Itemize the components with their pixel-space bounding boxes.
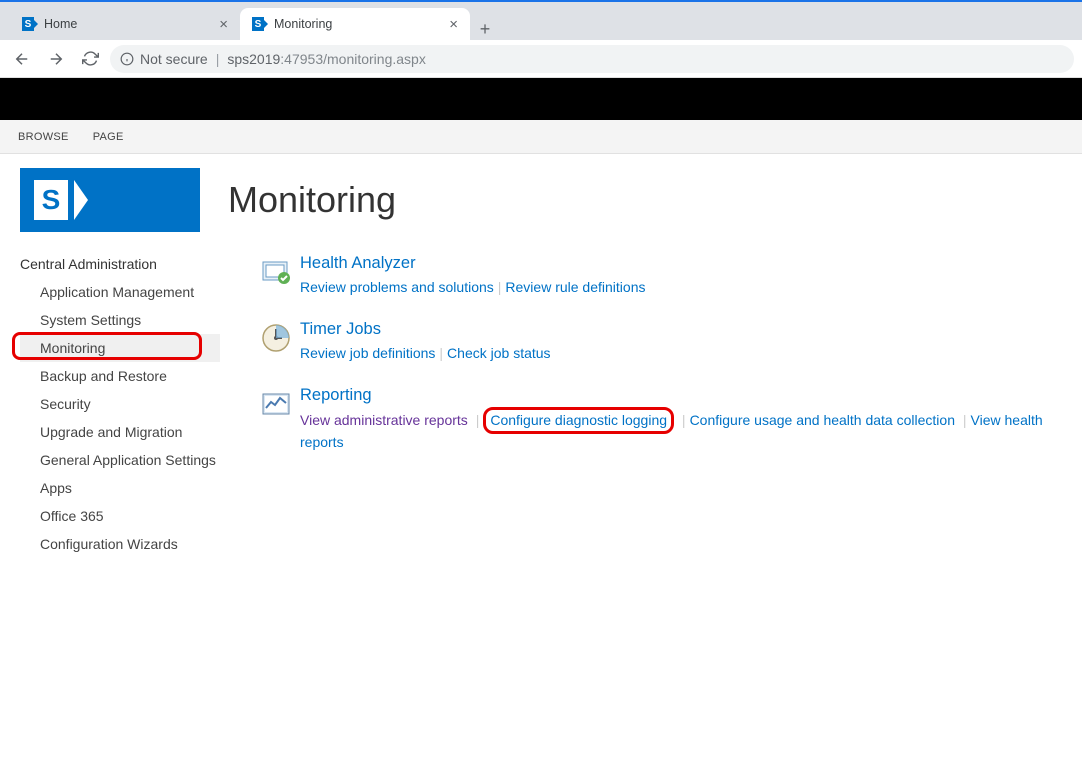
sidebar-item-office-365[interactable]: Office 365 (20, 502, 220, 530)
tab-title: Monitoring (274, 17, 447, 31)
link-review-rule-definitions[interactable]: Review rule definitions (505, 279, 645, 295)
link-view-admin-reports[interactable]: View administrative reports (300, 412, 468, 428)
page-header: S Monitoring (0, 154, 1082, 250)
sidebar-item-label: Configuration Wizards (40, 536, 178, 552)
section-title[interactable]: Health Analyzer (300, 254, 1062, 273)
sidebar-item-label: Upgrade and Migration (40, 424, 182, 440)
sidebar-item-system-settings[interactable]: System Settings (20, 306, 220, 334)
section-links: Review problems and solutions|Review rul… (300, 277, 1062, 298)
sidebar-item-upgrade-migration[interactable]: Upgrade and Migration (20, 418, 220, 446)
reporting-icon (260, 386, 300, 453)
security-indicator[interactable]: Not secure (120, 51, 208, 67)
forward-button[interactable] (42, 45, 70, 73)
tab-title: Home (44, 17, 217, 31)
section-title[interactable]: Timer Jobs (300, 320, 1062, 339)
address-separator: | (216, 51, 220, 67)
annotation-highlight: Configure diagnostic logging (483, 407, 674, 434)
page-title: Monitoring (228, 179, 396, 221)
sidebar-item-application-management[interactable]: Application Management (20, 278, 220, 306)
security-label: Not secure (140, 51, 208, 67)
back-button[interactable] (8, 45, 36, 73)
main-content: Health Analyzer Review problems and solu… (220, 250, 1062, 558)
browser-chrome: S Home × S Monitoring × + Not secure | s… (0, 0, 1082, 78)
suite-bar (0, 78, 1082, 120)
section-links: View administrative reports | Configure d… (300, 409, 1062, 453)
browser-toolbar: Not secure | sps2019:47953/monitoring.as… (0, 40, 1082, 78)
link-separator: | (959, 412, 971, 428)
timer-jobs-icon (260, 320, 300, 364)
ribbon-tab-browse[interactable]: BROWSE (18, 131, 69, 143)
sidebar-item-configuration-wizards[interactable]: Configuration Wizards (20, 530, 220, 558)
sidebar-item-label: Backup and Restore (40, 368, 167, 384)
sidebar-item-monitoring[interactable]: Monitoring (20, 334, 220, 362)
ribbon-tab-page[interactable]: PAGE (93, 131, 124, 143)
section-title[interactable]: Reporting (300, 386, 1062, 405)
sharepoint-favicon: S (20, 16, 36, 32)
sidebar-item-apps[interactable]: Apps (20, 474, 220, 502)
address-bar[interactable]: Not secure | sps2019:47953/monitoring.as… (110, 45, 1074, 73)
browser-tab-home[interactable]: S Home × (10, 8, 240, 40)
sharepoint-favicon: S (250, 16, 266, 32)
link-check-job-status[interactable]: Check job status (447, 345, 551, 361)
new-tab-button[interactable]: + (470, 19, 500, 40)
sidebar-item-security[interactable]: Security (20, 390, 220, 418)
sharepoint-logo[interactable]: S (20, 168, 200, 232)
link-separator: | (678, 412, 690, 428)
tab-strip: S Home × S Monitoring × + (0, 2, 1082, 40)
link-configure-diagnostic-logging[interactable]: Configure diagnostic logging (490, 412, 667, 428)
reload-button[interactable] (76, 45, 104, 73)
body-area: Central Administration Application Manag… (0, 250, 1082, 578)
info-icon (120, 52, 134, 66)
link-review-problems[interactable]: Review problems and solutions (300, 279, 494, 295)
section-reporting: Reporting View administrative reports |C… (260, 386, 1062, 453)
link-separator: | (494, 279, 506, 295)
browser-tab-monitoring[interactable]: S Monitoring × (240, 8, 470, 40)
close-icon[interactable]: × (217, 16, 230, 33)
close-icon[interactable]: × (447, 16, 460, 33)
link-review-job-definitions[interactable]: Review job definitions (300, 345, 435, 361)
sidebar-item-general-application-settings[interactable]: General Application Settings (20, 446, 220, 474)
link-separator: | (472, 412, 484, 428)
section-timer-jobs: Timer Jobs Review job definitions|Check … (260, 320, 1062, 364)
link-separator: | (435, 345, 447, 361)
sidebar-item-label: Security (40, 396, 91, 412)
sidebar-item-backup-restore[interactable]: Backup and Restore (20, 362, 220, 390)
section-links: Review job definitions|Check job status (300, 343, 1062, 364)
sidebar: Central Administration Application Manag… (20, 250, 220, 558)
section-health-analyzer: Health Analyzer Review problems and solu… (260, 254, 1062, 298)
sidebar-item-label: System Settings (40, 312, 141, 328)
address-text: sps2019:47953/monitoring.aspx (227, 51, 425, 67)
sidebar-item-label: Monitoring (40, 340, 105, 356)
sidebar-header[interactable]: Central Administration (20, 250, 220, 278)
sidebar-item-label: Apps (40, 480, 72, 496)
sidebar-item-label: Application Management (40, 284, 194, 300)
ribbon: BROWSE PAGE (0, 120, 1082, 154)
sidebar-item-label: Office 365 (40, 508, 104, 524)
sidebar-item-label: General Application Settings (40, 452, 216, 468)
link-configure-usage-health[interactable]: Configure usage and health data collecti… (690, 412, 955, 428)
health-analyzer-icon (260, 254, 300, 298)
